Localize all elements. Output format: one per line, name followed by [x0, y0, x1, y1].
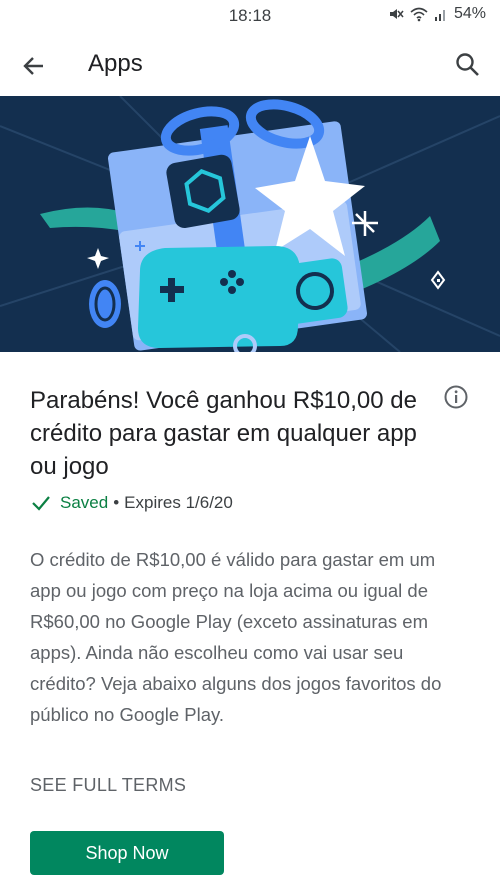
app-bar: Apps — [0, 32, 500, 96]
status-icons: 54% — [388, 5, 486, 23]
search-button[interactable] — [452, 49, 484, 81]
offer-description: O crédito de R$10,00 é válido para gasta… — [30, 549, 442, 725]
gift-illustration — [0, 96, 500, 352]
wifi-icon — [410, 6, 428, 22]
page-title: Apps — [88, 50, 143, 77]
offer-headline: Parabéns! Você ganhou R$10,00 de crédito… — [30, 387, 417, 480]
search-icon — [456, 53, 479, 76]
shop-now-button[interactable]: Shop Now — [30, 831, 224, 875]
info-icon — [444, 385, 468, 409]
battery-percent: 54% — [453, 5, 486, 22]
saved-label: Saved — [60, 493, 109, 512]
mute-icon — [388, 6, 404, 22]
promo-banner — [0, 96, 500, 352]
see-full-terms-link[interactable]: SEE FULL TERMS — [30, 775, 186, 796]
gamepad-icon — [138, 246, 300, 348]
signal-icon — [434, 7, 448, 21]
status-bar: 18:18 54% — [0, 0, 500, 32]
hexagon-icon — [166, 154, 240, 228]
info-button[interactable] — [443, 384, 469, 410]
back-button[interactable] — [18, 50, 50, 82]
expiry-date: Expires 1/6/20 — [124, 493, 233, 512]
check-icon — [32, 496, 50, 511]
saved-status-row: Saved • Expires 1/6/20 — [30, 492, 233, 514]
separator-dot: • — [113, 493, 120, 512]
circle-icon — [282, 258, 348, 324]
arrow-back-icon — [23, 57, 43, 75]
